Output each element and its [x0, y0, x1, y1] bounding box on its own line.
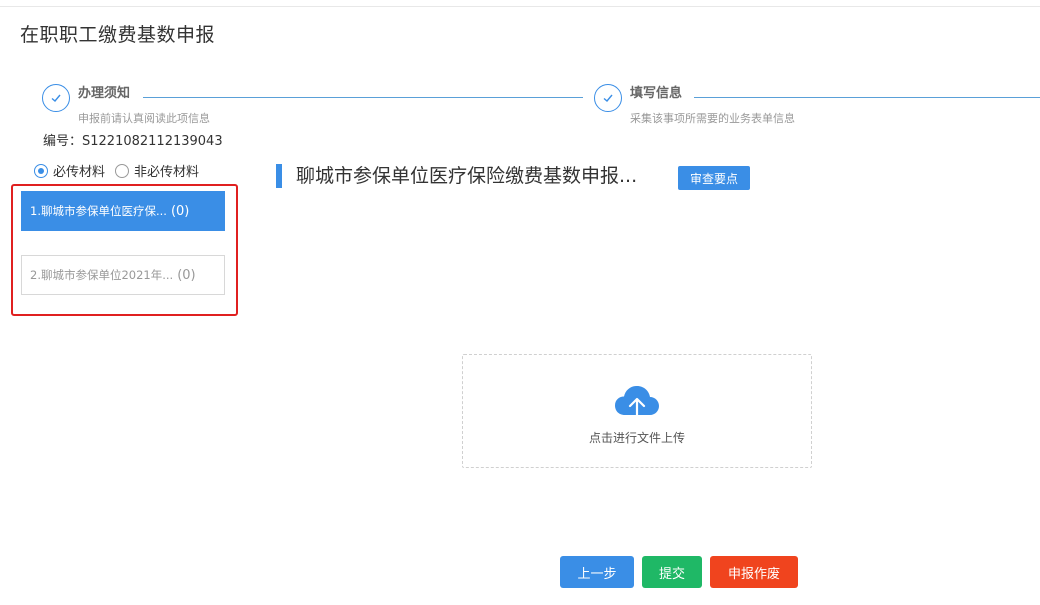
top-divider — [0, 6, 1040, 7]
material-type-radio-group: 必传材料 非必传材料 — [34, 161, 209, 180]
material-label: 1.聊城市参保单位医疗保... — [30, 204, 167, 218]
step-connector — [694, 97, 1040, 98]
material-item-1[interactable]: 1.聊城市参保单位医疗保... (0) — [21, 191, 225, 231]
radio-label: 必传材料 — [53, 165, 106, 180]
section-accent-bar — [276, 164, 282, 188]
material-count: (0) — [177, 267, 196, 283]
section-title: 聊城市参保单位医疗保险缴费基数申报... — [296, 165, 638, 187]
radio-required[interactable]: 必传材料 — [34, 161, 105, 180]
upload-text: 点击进行文件上传 — [588, 430, 685, 445]
serial-number: 编号：S1221082112139043 — [43, 134, 223, 149]
cloud-upload-icon — [615, 385, 659, 422]
step-title: 填写信息 — [630, 86, 683, 101]
radio-checked-icon[interactable] — [34, 163, 48, 178]
check-icon — [42, 84, 70, 112]
previous-step-button[interactable]: 上一步 — [560, 556, 634, 588]
step-connector — [143, 97, 583, 98]
page-title: 在职职工缴费基数申报 — [20, 24, 216, 46]
void-application-button[interactable]: 申报作废 — [710, 556, 798, 588]
upload-area[interactable]: 点击进行文件上传 — [462, 354, 812, 468]
material-label: 2.聊城市参保单位2021年... — [30, 268, 174, 282]
review-points-button[interactable]: 审查要点 — [678, 166, 750, 190]
step-1: 办理须知 申报前请认真阅读此项信息 — [42, 84, 210, 126]
material-item-2[interactable]: 2.聊城市参保单位2021年... (0) — [21, 255, 225, 295]
step-desc: 采集该事项所需要的业务表单信息 — [630, 112, 795, 125]
check-icon — [594, 84, 622, 112]
material-count: (0) — [170, 203, 190, 219]
radio-optional[interactable]: 非必传材料 — [115, 161, 199, 180]
step-desc: 申报前请认真阅读此项信息 — [78, 112, 210, 125]
submit-button[interactable]: 提交 — [642, 556, 702, 588]
step-2: 填写信息 采集该事项所需要的业务表单信息 — [594, 84, 795, 126]
step-title: 办理须知 — [78, 86, 131, 101]
radio-unchecked-icon[interactable] — [115, 163, 130, 178]
radio-label: 非必传材料 — [134, 165, 200, 180]
